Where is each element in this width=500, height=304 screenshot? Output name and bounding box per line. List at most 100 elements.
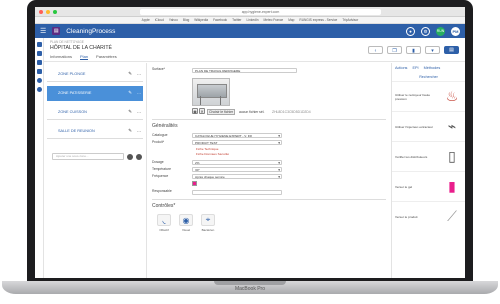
back-button[interactable]: ‹ <box>368 46 383 54</box>
close-window-button[interactable] <box>39 9 43 14</box>
bookmark[interactable]: TripAdvisor <box>342 17 358 23</box>
tab-methodes[interactable]: Méthodes <box>424 66 441 70</box>
bookmark[interactable]: Yahoo <box>169 17 178 23</box>
list-item[interactable]: ZONE PATISSERIE ✎ ⋯ <box>47 86 143 101</box>
bookmark[interactable]: RUNGIS express - Service <box>299 17 337 23</box>
zone-label: SALLE DE REUNION <box>58 129 95 133</box>
distributeur-icon: ▯ <box>448 148 456 164</box>
control-olfactif[interactable]: ◟ Olfactif <box>155 214 173 232</box>
tab-actions[interactable]: Actions <box>395 66 407 70</box>
app-logo-icon: ▤ <box>52 27 61 35</box>
produit-label: Produit* <box>152 140 165 144</box>
check-icon[interactable] <box>127 153 133 160</box>
choose-file-button[interactable]: Choisir le fichier <box>207 109 236 115</box>
control-visuel[interactable]: ◉ Visuel <box>177 214 195 232</box>
runtime-badge[interactable]: RUN <box>436 26 445 36</box>
tab-epi[interactable]: EPI <box>412 66 418 70</box>
breadcrumb[interactable]: PLAN DE NETTOYAGE <box>50 40 459 44</box>
minimize-window-button[interactable] <box>46 9 50 14</box>
action-label: Verser le produit <box>395 214 418 219</box>
nose-icon: ◟ <box>157 214 171 226</box>
control-bacterien[interactable]: ⌖ Bactérien <box>199 214 217 232</box>
list-item[interactable]: Verser le produit ⟋ <box>392 201 465 231</box>
bookmark[interactable]: iCloud <box>155 17 164 23</box>
add-subzone-row: Ajouter une sous-zone... <box>52 153 142 160</box>
more-icon[interactable]: ⋯ <box>137 72 141 77</box>
menu-icon[interactable]: ☰ <box>40 28 46 35</box>
screen: app.hygiene-expert.com Apple iCloud Yaho… <box>35 7 465 278</box>
nav-settings-icon[interactable] <box>36 78 42 83</box>
bookmark[interactable]: Map <box>288 17 294 23</box>
produit-select[interactable]: PRODUIT TEST <box>192 140 282 145</box>
bookmark[interactable]: Blog <box>183 17 189 23</box>
bookmark[interactable]: LinkedIn <box>246 17 258 23</box>
delete-button[interactable]: ▮ <box>406 46 421 54</box>
frequence-select[interactable]: Après chaque service <box>192 174 282 179</box>
edit-icon[interactable]: ✎ <box>128 71 132 77</box>
frequence-label: Fréquence <box>152 174 169 178</box>
save-button[interactable]: ▤ <box>444 46 459 54</box>
search-button[interactable]: Rechercher <box>404 75 453 79</box>
page-header: PLAN DE NETTOYAGE HÔPITAL DE LA CHARITÉ … <box>44 38 465 62</box>
surface-field[interactable]: PLAN DE TRAVAIL REFRIGERE <box>192 68 297 73</box>
subzone-input[interactable]: Ajouter une sous-zone... <box>52 153 124 160</box>
list-item[interactable]: SALLE DE REUNION ✎ ⋯ <box>47 124 143 139</box>
dosage-select[interactable]: 2% <box>192 160 282 165</box>
nettoyeur-icon: ♨ <box>445 88 459 104</box>
more-icon[interactable]: ⋯ <box>137 129 141 134</box>
edit-icon[interactable]: ✎ <box>128 128 132 134</box>
settings-icon[interactable]: ⚙ <box>421 26 430 36</box>
laptop-model-label: MacBook Pro <box>234 286 265 292</box>
maximize-window-button[interactable] <box>53 9 57 14</box>
left-rail <box>35 38 44 278</box>
address-bar[interactable]: app.hygiene-expert.com <box>140 8 381 15</box>
catalogue-select[interactable]: CATALOGUE HYGIENE EXPERT - V. FR <box>192 133 282 138</box>
bookmark[interactable]: Apple <box>142 17 150 23</box>
filter-button[interactable]: ▾ <box>425 46 440 54</box>
fiche-securite-link[interactable]: Fiche Données Sécurité <box>196 152 229 156</box>
step-form: Surface* PLAN DE TRAVAIL REFRIGERE ◉ ✕ C… <box>147 63 391 278</box>
app-header: ☰ ▤ CleaningProcess ● ⚙ RUN PM <box>35 24 465 38</box>
responsable-field[interactable] <box>192 190 282 195</box>
tab-informations[interactable]: Informations <box>50 54 72 60</box>
more-icon[interactable]: ⋯ <box>137 91 141 96</box>
edit-icon[interactable]: ✎ <box>128 90 132 96</box>
delete-photo-icon[interactable]: ✕ <box>199 108 205 114</box>
more-icon[interactable] <box>136 153 142 160</box>
injecteur-icon: ⌁ <box>447 118 457 134</box>
nav-help-icon[interactable] <box>36 87 42 92</box>
catalogue-label: Catalogue <box>152 133 168 137</box>
list-item[interactable]: Vérifier les distributeurs ▯ <box>392 141 465 171</box>
temperature-select[interactable]: 30° <box>192 167 282 172</box>
app-title: CleaningProcess <box>66 27 116 35</box>
action-label: Verser le gel <box>395 184 413 189</box>
bookmark[interactable]: Twitter <box>232 17 241 23</box>
surface-photo <box>192 78 230 106</box>
edit-icon[interactable]: ✎ <box>128 109 132 115</box>
responsable-label: Responsable <box>152 189 172 193</box>
eye-icon: ◉ <box>179 214 193 226</box>
fiche-technique-link[interactable]: Fiche Technique <box>196 147 218 151</box>
bookmark[interactable]: Facebook <box>213 17 227 23</box>
notification-icon[interactable]: ● <box>406 26 415 36</box>
tab-plan[interactable]: Plan <box>80 54 89 60</box>
zone-label: ZONE PLONGE <box>58 72 86 76</box>
temperature-label: Température <box>152 167 172 171</box>
camera-icon[interactable]: ◉ <box>192 108 198 114</box>
list-item[interactable]: ZONE CUISSON ✎ ⋯ <box>47 105 143 120</box>
nav-plans-icon[interactable] <box>36 51 42 56</box>
color-swatch[interactable] <box>192 181 197 186</box>
avatar[interactable]: PM <box>451 26 460 36</box>
more-icon[interactable]: ⋯ <box>137 110 141 115</box>
bookmark[interactable]: Wikipedia <box>194 17 208 23</box>
nav-dashboard-icon[interactable] <box>36 42 42 47</box>
nav-documents-icon[interactable] <box>36 60 42 65</box>
tab-parametres[interactable]: Paramètres <box>96 54 117 60</box>
list-item[interactable]: Utiliser le nettoyeur haute pression ♨ <box>392 81 465 111</box>
list-item[interactable]: Verser le gel ▮ <box>392 171 465 201</box>
list-item[interactable]: Utiliser l'injecteur-extracteur ⌁ <box>392 111 465 141</box>
bookmark[interactable]: Meteo France <box>264 17 284 23</box>
copy-button[interactable]: ❐ <box>387 46 402 54</box>
list-item[interactable]: ZONE PLONGE ✎ ⋯ <box>47 67 143 82</box>
nav-products-icon[interactable] <box>36 69 42 74</box>
